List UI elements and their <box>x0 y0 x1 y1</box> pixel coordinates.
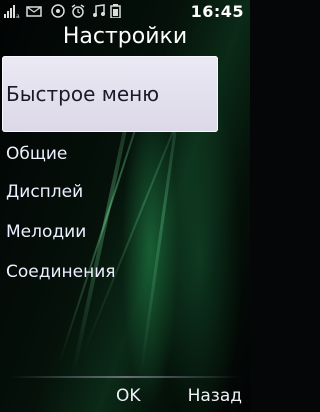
menu-item-connections[interactable]: Соединения <box>6 262 116 282</box>
page-title: Настройки <box>62 24 188 49</box>
menu-item-quick-menu[interactable]: Быстрое меню <box>2 56 218 132</box>
status-time: 16:45 <box>190 2 244 21</box>
svg-text:all: all <box>16 13 20 18</box>
messages-icon <box>26 6 42 17</box>
status-bar: all 16:45 <box>0 0 250 22</box>
menu-item-ringtones[interactable]: Мелодии <box>6 222 86 242</box>
ok-softkey[interactable]: OK <box>116 386 141 406</box>
menu-item-general[interactable]: Общие <box>6 144 67 164</box>
alarm-icon <box>71 4 85 18</box>
menu-item-label: Быстрое меню <box>6 82 160 106</box>
menu-item-display[interactable]: Дисплей <box>6 182 83 202</box>
divider <box>10 376 240 378</box>
battery-icon <box>110 4 121 18</box>
signal-icon: all <box>4 5 20 18</box>
softkey-bar: OK Назад <box>0 376 250 412</box>
music-icon <box>93 4 105 17</box>
network-icon <box>51 4 65 18</box>
back-softkey[interactable]: Назад <box>188 386 242 406</box>
